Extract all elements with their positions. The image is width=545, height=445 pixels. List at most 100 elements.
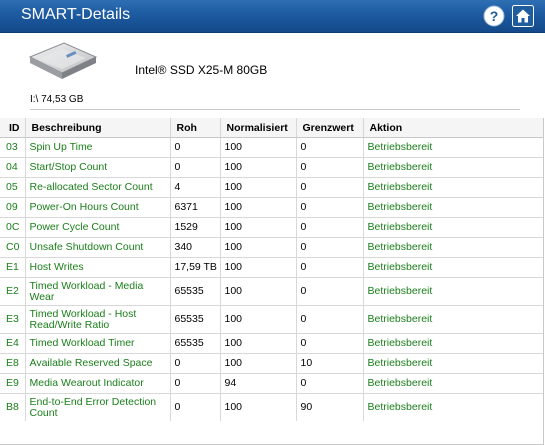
attribute-id: B8 [0, 393, 25, 421]
attribute-raw: 0 [169, 393, 220, 421]
attribute-normalized: 100 [219, 177, 296, 198]
table-row[interactable]: 03 Spin Up Time 0 100 0 Betriebsbereit [0, 137, 543, 158]
table-row[interactable]: E4 Timed Workload Timer 65535 100 0 Betr… [0, 333, 543, 354]
column-header-action[interactable]: Aktion [362, 118, 543, 138]
attribute-normalized: 100 [219, 257, 296, 278]
attribute-raw: 0 [169, 373, 220, 394]
attribute-description: Available Reserved Space [24, 353, 170, 374]
attribute-normalized: 100 [219, 197, 296, 218]
attribute-id: C0 [0, 237, 25, 258]
table-row[interactable]: 04 Start/Stop Count 0 100 0 Betriebsbere… [0, 157, 543, 178]
attribute-normalized: 100 [219, 277, 296, 306]
table-row[interactable]: E8 Available Reserved Space 0 100 10 Bet… [0, 353, 543, 374]
attribute-raw: 0 [169, 353, 220, 374]
attribute-description: Unsafe Shutdown Count [24, 237, 170, 258]
title-bar: SMART-Details ? [0, 0, 545, 33]
ssd-drive-icon [28, 42, 98, 79]
attribute-id: E8 [0, 353, 25, 374]
attribute-description: Timed Workload - Host Read/Write Ratio [24, 305, 170, 334]
help-icon[interactable]: ? [483, 5, 505, 27]
smart-table: ID Beschreibung Roh Normalisiert Grenzwe… [0, 118, 543, 421]
window-title: SMART-Details [21, 6, 131, 23]
attribute-threshold: 0 [295, 177, 363, 198]
attribute-normalized: 100 [219, 393, 296, 421]
table-row[interactable]: C0 Unsafe Shutdown Count 340 100 0 Betri… [0, 237, 543, 258]
attribute-id: 0C [0, 217, 25, 238]
attribute-description: Media Wearout Indicator [24, 373, 170, 394]
attribute-normalized: 100 [219, 353, 296, 374]
attribute-threshold: 10 [295, 353, 363, 374]
attribute-threshold: 90 [295, 393, 363, 421]
column-header-raw[interactable]: Roh [169, 118, 220, 138]
attribute-description: Power Cycle Count [24, 217, 170, 238]
attribute-threshold: 0 [295, 137, 363, 158]
attribute-threshold: 0 [295, 157, 363, 178]
column-header-id[interactable]: ID [0, 118, 25, 138]
attribute-raw: 6371 [169, 197, 220, 218]
attribute-threshold: 0 [295, 305, 363, 334]
attribute-id: 04 [0, 157, 25, 178]
attribute-normalized: 100 [219, 137, 296, 158]
table-row[interactable]: E3 Timed Workload - Host Read/Write Rati… [0, 305, 543, 334]
attribute-raw: 65535 [169, 305, 220, 334]
column-header-description[interactable]: Beschreibung [24, 118, 170, 138]
attribute-normalized: 100 [219, 333, 296, 354]
attribute-normalized: 100 [219, 237, 296, 258]
attribute-raw: 4 [169, 177, 220, 198]
table-row[interactable]: E9 Media Wearout Indicator 0 94 0 Betrie… [0, 373, 543, 394]
attribute-threshold: 0 [295, 257, 363, 278]
attribute-normalized: 94 [219, 373, 296, 394]
attribute-id: E1 [0, 257, 25, 278]
table-row[interactable]: 05 Re-allocated Sector Count 4 100 0 Bet… [0, 177, 543, 198]
attribute-normalized: 100 [219, 305, 296, 334]
home-icon[interactable] [512, 5, 534, 27]
column-header-normalized[interactable]: Normalisiert [219, 118, 296, 138]
attribute-description: Re-allocated Sector Count [24, 177, 170, 198]
smart-table-container[interactable]: ID Beschreibung Roh Normalisiert Grenzwe… [0, 118, 544, 445]
attribute-id: 05 [0, 177, 25, 198]
drive-capacity: I:\ 74,53 GB [30, 94, 84, 105]
attribute-description: Host Writes [24, 257, 170, 278]
attribute-id: 09 [0, 197, 25, 218]
column-header-threshold[interactable]: Grenzwert [295, 118, 363, 138]
attribute-raw: 0 [169, 157, 220, 178]
attribute-action: Betriebsbereit [362, 217, 543, 238]
table-row[interactable]: 09 Power-On Hours Count 6371 100 0 Betri… [0, 197, 543, 218]
attribute-action: Betriebsbereit [362, 305, 543, 334]
table-row[interactable]: E1 Host Writes 17,59 TB 100 0 Betriebsbe… [0, 257, 543, 278]
attribute-id: E2 [0, 277, 25, 306]
attribute-normalized: 100 [219, 157, 296, 178]
attribute-description: Timed Workload - Media Wear [24, 277, 170, 306]
attribute-id: E4 [0, 333, 25, 354]
attribute-raw: 65535 [169, 333, 220, 354]
attribute-raw: 1529 [169, 217, 220, 238]
svg-text:?: ? [490, 8, 499, 24]
table-row[interactable]: E2 Timed Workload - Media Wear 65535 100… [0, 277, 543, 306]
attribute-action: Betriebsbereit [362, 257, 543, 278]
device-model: Intel® SSD X25-M 80GB [135, 63, 268, 77]
attribute-raw: 0 [169, 137, 220, 158]
attribute-raw: 340 [169, 237, 220, 258]
attribute-action: Betriebsbereit [362, 393, 543, 421]
table-row[interactable]: B8 End-to-End Error Detection Count 0 10… [0, 393, 543, 421]
attribute-threshold: 0 [295, 197, 363, 218]
attribute-id: 03 [0, 137, 25, 158]
attribute-action: Betriebsbereit [362, 237, 543, 258]
attribute-action: Betriebsbereit [362, 157, 543, 178]
attribute-description: Start/Stop Count [24, 157, 170, 178]
attribute-id: E9 [0, 373, 25, 394]
attribute-action: Betriebsbereit [362, 197, 543, 218]
attribute-threshold: 0 [295, 373, 363, 394]
attribute-action: Betriebsbereit [362, 277, 543, 306]
attribute-action: Betriebsbereit [362, 177, 543, 198]
attribute-description: Timed Workload Timer [24, 333, 170, 354]
attribute-raw: 65535 [169, 277, 220, 306]
attribute-action: Betriebsbereit [362, 373, 543, 394]
table-row[interactable]: 0C Power Cycle Count 1529 100 0 Betriebs… [0, 217, 543, 238]
attribute-threshold: 0 [295, 217, 363, 238]
table-header-row: ID Beschreibung Roh Normalisiert Grenzwe… [0, 118, 543, 138]
attribute-threshold: 0 [295, 333, 363, 354]
attribute-action: Betriebsbereit [362, 353, 543, 374]
attribute-id: E3 [0, 305, 25, 334]
attribute-action: Betriebsbereit [362, 333, 543, 354]
